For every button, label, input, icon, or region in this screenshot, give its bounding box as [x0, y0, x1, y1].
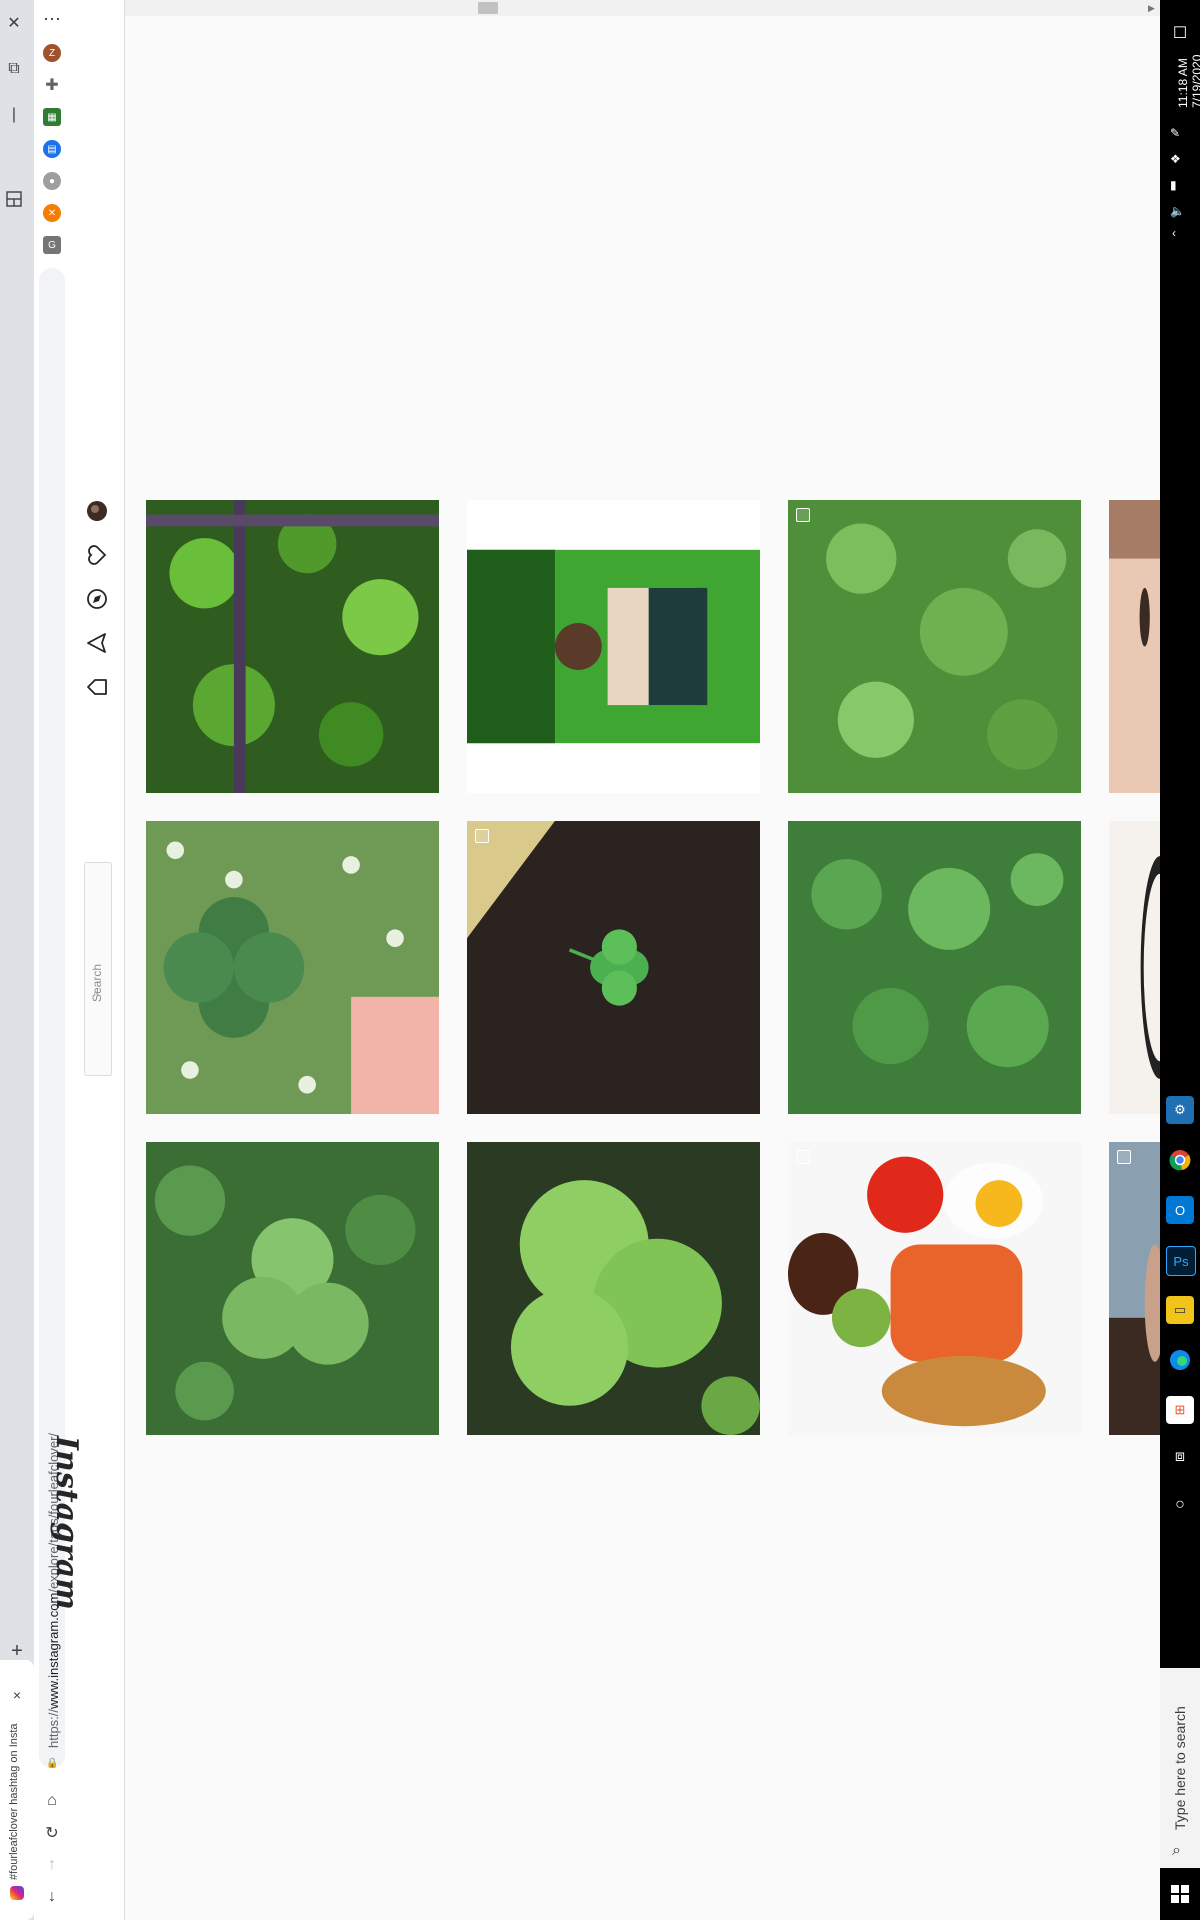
post-tile-man-on-grass[interactable] [467, 500, 760, 793]
taskbar-search-icon: ⌕ [1172, 1842, 1181, 1859]
post-tile-four-leaf-in-hand[interactable] [146, 821, 439, 1114]
settings-app-icon[interactable]: ⚙ [1166, 1096, 1194, 1124]
volume-icon[interactable]: 🔈 [1170, 204, 1185, 218]
tab-actions-icon[interactable] [1, 186, 27, 212]
extensions-puzzle-icon[interactable]: ✚ [43, 76, 61, 94]
multiple-posts-icon [475, 829, 489, 843]
back-button-icon[interactable]: ↓ [39, 1884, 65, 1910]
edge-app-icon[interactable] [1166, 1346, 1194, 1374]
close-window-icon[interactable]: ✕ [1, 10, 27, 36]
post-tile-clover-on-fabric[interactable] [467, 821, 760, 1114]
search-placeholder: Search [90, 963, 104, 1002]
tray-date: 7/19/2020 [1190, 54, 1200, 108]
multiple-posts-icon [796, 1150, 810, 1164]
tab-title: #fourleafclover hashtag on Insta [8, 1723, 20, 1880]
post-tile-grass-clovers[interactable] [788, 500, 1081, 793]
post-tile-clover-closeup[interactable] [146, 1142, 439, 1435]
file-explorer-app-icon[interactable]: ▭ [1166, 1296, 1194, 1324]
minimize-window-icon[interactable]: | [1, 102, 27, 128]
instagram-favicon-icon [10, 1886, 24, 1900]
multiple-posts-icon [796, 508, 810, 522]
dropbox-icon[interactable]: ❖ [1170, 152, 1181, 166]
circle-extension-icon[interactable]: ● [43, 172, 61, 190]
profile-avatar[interactable] [84, 498, 110, 524]
task-view-icon[interactable]: ⧈ [1167, 1444, 1193, 1470]
activity-heart-icon[interactable] [84, 542, 110, 568]
tray-time: 11:18 AM [1176, 58, 1190, 108]
url-scheme: https:// [46, 1708, 61, 1748]
tray-expand-icon[interactable]: ‹ [1172, 226, 1176, 240]
tray-clock[interactable]: 11:18 AM 7/19/2020 [1176, 55, 1200, 108]
post-tile-clover-patch[interactable] [146, 500, 439, 793]
chrome-app-icon[interactable] [1166, 1146, 1194, 1174]
grid-extension-icon[interactable]: ▤ [43, 140, 61, 158]
instagram-logo[interactable]: Instagram [49, 1436, 84, 1610]
direct-message-icon[interactable] [84, 630, 110, 656]
pen-icon[interactable]: ✎ [1170, 126, 1180, 140]
windows-taskbar: ☐ ✎ ❖ ▮ 🔈 ‹ ⚙ O Ps ▭ ⊞ ⧈ ○ [1160, 0, 1200, 1920]
map-extension-icon[interactable]: ▦ [43, 108, 61, 126]
post-tile-clover-field[interactable] [788, 821, 1081, 1114]
lock-icon: 🔒 [46, 1758, 59, 1769]
restore-window-icon[interactable]: ⧉ [1, 56, 27, 82]
profile-extension-icon[interactable]: Z [43, 44, 61, 62]
photoshop-app-icon[interactable]: Ps [1166, 1246, 1196, 1276]
explore-grid [124, 0, 1160, 1920]
post-tile-large-clover[interactable] [467, 1142, 760, 1435]
blocker-extension-icon[interactable]: ✕ [43, 204, 61, 222]
g-extension-icon[interactable]: G [43, 236, 61, 254]
reload-button-icon[interactable]: ↻ [39, 1820, 65, 1846]
post-tile-food-plate[interactable] [788, 1142, 1081, 1435]
taskbar-search-placeholder: Type here to search [1172, 1706, 1188, 1830]
browser-tab-strip: ✕ ⧉ | + [0, 0, 35, 1920]
outlook-app-icon[interactable]: O [1166, 1196, 1194, 1224]
menu-dots-icon[interactable]: ⋯ [39, 6, 65, 32]
windows-start-button[interactable] [1166, 1880, 1194, 1908]
close-tab-button[interactable]: × [4, 1682, 30, 1708]
forward-button-icon[interactable]: ↑ [39, 1852, 65, 1878]
post-tile-portrait[interactable] [1109, 1142, 1160, 1435]
home-icon[interactable] [84, 674, 110, 700]
multiple-posts-icon [1117, 1150, 1131, 1164]
home-button-icon[interactable]: ⌂ [39, 1788, 65, 1814]
cortana-icon[interactable]: ○ [1167, 1492, 1193, 1518]
explore-compass-icon[interactable] [84, 586, 110, 612]
battery-icon[interactable]: ▮ [1170, 178, 1177, 192]
notifications-icon[interactable]: ☐ [1167, 20, 1193, 46]
instagram-logo-text: Instagram [49, 1436, 84, 1610]
store-app-icon[interactable]: ⊞ [1166, 1396, 1194, 1424]
url-host: www.instagram.com [46, 1592, 61, 1709]
post-tile-face[interactable] [1109, 500, 1160, 793]
post-tile-white-object[interactable] [1109, 821, 1160, 1114]
